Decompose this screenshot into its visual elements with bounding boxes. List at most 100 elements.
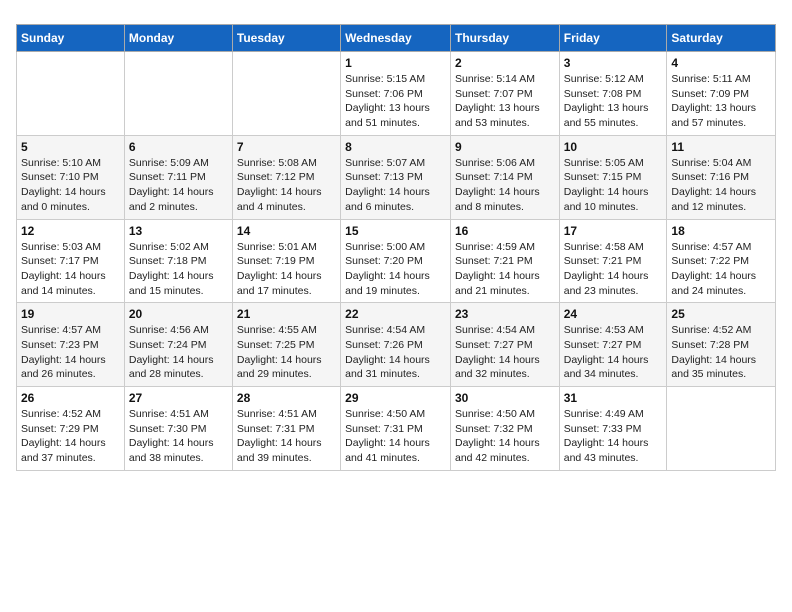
- calendar-cell: 29 Sunrise: 4:50 AM Sunset: 7:31 PM Dayli…: [341, 387, 451, 471]
- day-detail: Sunrise: 5:04 AM Sunset: 7:16 PM Dayligh…: [671, 156, 771, 215]
- day-detail: Sunrise: 4:58 AM Sunset: 7:21 PM Dayligh…: [564, 240, 663, 299]
- day-number: 21: [237, 307, 336, 321]
- weekday-header-tuesday: Tuesday: [232, 25, 340, 52]
- calendar-cell: 17 Sunrise: 4:58 AM Sunset: 7:21 PM Dayli…: [559, 219, 667, 303]
- day-number: 12: [21, 224, 120, 238]
- weekday-header-saturday: Saturday: [667, 25, 776, 52]
- calendar-cell: 9Sunrise: 5:06 AM Sunset: 7:14 PM Daylig…: [450, 135, 559, 219]
- day-number: 24: [564, 307, 663, 321]
- calendar-cell: [667, 387, 776, 471]
- day-number: 28: [237, 391, 336, 405]
- calendar-cell: 31 Sunrise: 4:49 AM Sunset: 7:33 PM Dayli…: [559, 387, 667, 471]
- calendar-cell: 26 Sunrise: 4:52 AM Sunset: 7:29 PM Dayli…: [17, 387, 125, 471]
- calendar-cell: 8 Sunrise: 5:07 AM Sunset: 7:13 PM Daylig…: [341, 135, 451, 219]
- day-detail: Sunrise: 5:09 AM Sunset: 7:11 PM Dayligh…: [129, 156, 228, 215]
- calendar-cell: 16Sunrise: 4:59 AM Sunset: 7:21 PM Dayli…: [450, 219, 559, 303]
- calendar-cell: 1 Sunrise: 5:15 AM Sunset: 7:06 PM Daylig…: [341, 52, 451, 136]
- day-detail: Sunrise: 4:56 AM Sunset: 7:24 PM Dayligh…: [129, 323, 228, 382]
- day-detail: Sunrise: 5:03 AM Sunset: 7:17 PM Dayligh…: [21, 240, 120, 299]
- calendar-week-row: 19Sunrise: 4:57 AM Sunset: 7:23 PM Dayli…: [17, 303, 776, 387]
- day-number: 29: [345, 391, 446, 405]
- day-number: 22: [345, 307, 446, 321]
- weekday-header-row: SundayMondayTuesdayWednesdayThursdayFrid…: [17, 25, 776, 52]
- calendar-cell: 7 Sunrise: 5:08 AM Sunset: 7:12 PM Daylig…: [232, 135, 340, 219]
- calendar-cell: 5 Sunrise: 5:10 AM Sunset: 7:10 PM Daylig…: [17, 135, 125, 219]
- calendar-cell: 22 Sunrise: 4:54 AM Sunset: 7:26 PM Dayli…: [341, 303, 451, 387]
- day-detail: Sunrise: 4:55 AM Sunset: 7:25 PM Dayligh…: [237, 323, 336, 382]
- weekday-header-friday: Friday: [559, 25, 667, 52]
- calendar-cell: 15 Sunrise: 5:00 AM Sunset: 7:20 PM Dayli…: [341, 219, 451, 303]
- calendar-cell: 2Sunrise: 5:14 AM Sunset: 7:07 PM Daylig…: [450, 52, 559, 136]
- day-detail: Sunrise: 5:12 AM Sunset: 7:08 PM Dayligh…: [564, 72, 663, 131]
- day-number: 7: [237, 140, 336, 154]
- day-detail: Sunrise: 4:50 AM Sunset: 7:31 PM Dayligh…: [345, 407, 446, 466]
- calendar-cell: [17, 52, 125, 136]
- calendar-cell: 3 Sunrise: 5:12 AM Sunset: 7:08 PM Daylig…: [559, 52, 667, 136]
- day-number: 26: [21, 391, 120, 405]
- calendar-cell: 11 Sunrise: 5:04 AM Sunset: 7:16 PM Dayli…: [667, 135, 776, 219]
- day-number: 10: [564, 140, 663, 154]
- day-number: 5: [21, 140, 120, 154]
- day-number: 14: [237, 224, 336, 238]
- day-number: 8: [345, 140, 446, 154]
- calendar-cell: 25Sunrise: 4:52 AM Sunset: 7:28 PM Dayli…: [667, 303, 776, 387]
- day-detail: Sunrise: 4:51 AM Sunset: 7:31 PM Dayligh…: [237, 407, 336, 466]
- day-detail: Sunrise: 5:08 AM Sunset: 7:12 PM Dayligh…: [237, 156, 336, 215]
- day-number: 4: [671, 56, 771, 70]
- day-number: 3: [564, 56, 663, 70]
- calendar-table: SundayMondayTuesdayWednesdayThursdayFrid…: [16, 24, 776, 471]
- calendar-cell: 14 Sunrise: 5:01 AM Sunset: 7:19 PM Dayli…: [232, 219, 340, 303]
- calendar-cell: 23Sunrise: 4:54 AM Sunset: 7:27 PM Dayli…: [450, 303, 559, 387]
- day-detail: Sunrise: 4:52 AM Sunset: 7:29 PM Dayligh…: [21, 407, 120, 466]
- calendar-cell: 18 Sunrise: 4:57 AM Sunset: 7:22 PM Dayli…: [667, 219, 776, 303]
- day-detail: Sunrise: 5:10 AM Sunset: 7:10 PM Dayligh…: [21, 156, 120, 215]
- calendar-cell: 21 Sunrise: 4:55 AM Sunset: 7:25 PM Dayli…: [232, 303, 340, 387]
- calendar-cell: 27 Sunrise: 4:51 AM Sunset: 7:30 PM Dayli…: [124, 387, 232, 471]
- day-number: 9: [455, 140, 555, 154]
- weekday-header-monday: Monday: [124, 25, 232, 52]
- calendar-cell: 10 Sunrise: 5:05 AM Sunset: 7:15 PM Dayli…: [559, 135, 667, 219]
- day-number: 19: [21, 307, 120, 321]
- calendar-cell: 13 Sunrise: 5:02 AM Sunset: 7:18 PM Dayli…: [124, 219, 232, 303]
- calendar-week-row: 5 Sunrise: 5:10 AM Sunset: 7:10 PM Daylig…: [17, 135, 776, 219]
- day-number: 27: [129, 391, 228, 405]
- day-detail: Sunrise: 4:54 AM Sunset: 7:26 PM Dayligh…: [345, 323, 446, 382]
- day-detail: Sunrise: 5:01 AM Sunset: 7:19 PM Dayligh…: [237, 240, 336, 299]
- calendar-week-row: 1 Sunrise: 5:15 AM Sunset: 7:06 PM Daylig…: [17, 52, 776, 136]
- day-detail: Sunrise: 4:57 AM Sunset: 7:22 PM Dayligh…: [671, 240, 771, 299]
- day-number: 6: [129, 140, 228, 154]
- day-number: 13: [129, 224, 228, 238]
- day-detail: Sunrise: 4:49 AM Sunset: 7:33 PM Dayligh…: [564, 407, 663, 466]
- day-number: 18: [671, 224, 771, 238]
- weekday-header-thursday: Thursday: [450, 25, 559, 52]
- calendar-cell: 28 Sunrise: 4:51 AM Sunset: 7:31 PM Dayli…: [232, 387, 340, 471]
- calendar-cell: 6 Sunrise: 5:09 AM Sunset: 7:11 PM Daylig…: [124, 135, 232, 219]
- calendar-cell: 30 Sunrise: 4:50 AM Sunset: 7:32 PM Dayli…: [450, 387, 559, 471]
- day-detail: Sunrise: 5:00 AM Sunset: 7:20 PM Dayligh…: [345, 240, 446, 299]
- day-detail: Sunrise: 4:53 AM Sunset: 7:27 PM Dayligh…: [564, 323, 663, 382]
- day-number: 20: [129, 307, 228, 321]
- calendar-cell: 19Sunrise: 4:57 AM Sunset: 7:23 PM Dayli…: [17, 303, 125, 387]
- weekday-header-sunday: Sunday: [17, 25, 125, 52]
- weekday-header-wednesday: Wednesday: [341, 25, 451, 52]
- day-detail: Sunrise: 4:51 AM Sunset: 7:30 PM Dayligh…: [129, 407, 228, 466]
- day-number: 23: [455, 307, 555, 321]
- day-number: 17: [564, 224, 663, 238]
- day-detail: Sunrise: 4:52 AM Sunset: 7:28 PM Dayligh…: [671, 323, 771, 382]
- day-detail: Sunrise: 5:02 AM Sunset: 7:18 PM Dayligh…: [129, 240, 228, 299]
- calendar-cell: 20 Sunrise: 4:56 AM Sunset: 7:24 PM Dayli…: [124, 303, 232, 387]
- calendar-week-row: 12 Sunrise: 5:03 AM Sunset: 7:17 PM Dayli…: [17, 219, 776, 303]
- day-number: 15: [345, 224, 446, 238]
- day-number: 2: [455, 56, 555, 70]
- day-number: 31: [564, 391, 663, 405]
- day-detail: Sunrise: 5:07 AM Sunset: 7:13 PM Dayligh…: [345, 156, 446, 215]
- day-detail: Sunrise: 5:15 AM Sunset: 7:06 PM Dayligh…: [345, 72, 446, 131]
- day-number: 16: [455, 224, 555, 238]
- calendar-week-row: 26 Sunrise: 4:52 AM Sunset: 7:29 PM Dayli…: [17, 387, 776, 471]
- day-number: 30: [455, 391, 555, 405]
- day-detail: Sunrise: 5:05 AM Sunset: 7:15 PM Dayligh…: [564, 156, 663, 215]
- calendar-cell: [232, 52, 340, 136]
- day-number: 1: [345, 56, 446, 70]
- day-number: 11: [671, 140, 771, 154]
- day-detail: Sunrise: 4:50 AM Sunset: 7:32 PM Dayligh…: [455, 407, 555, 466]
